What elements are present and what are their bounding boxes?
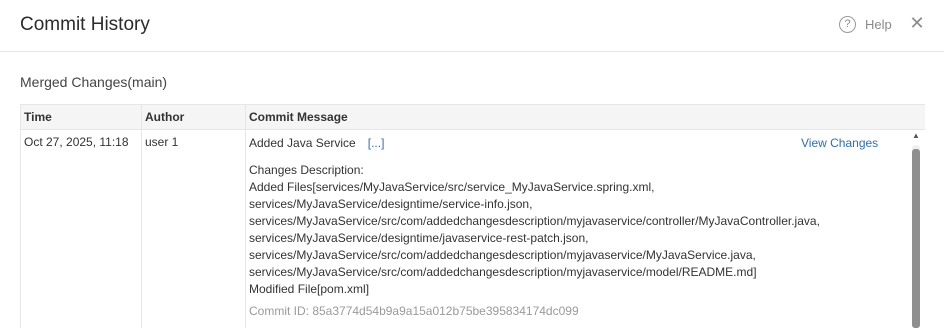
commit-history-table: Time Author Commit Message Oct 27, 2025,… bbox=[20, 104, 925, 328]
help-button[interactable]: ? Help bbox=[839, 16, 892, 33]
help-label: Help bbox=[865, 17, 892, 32]
description-line: Added Files[services/MyJavaService/src/s… bbox=[249, 180, 655, 194]
table-header: Time Author Commit Message bbox=[21, 104, 925, 130]
description-line: services/MyJavaService/src/com/addedchan… bbox=[249, 265, 757, 279]
commit-subject: Added Java Service bbox=[249, 136, 356, 150]
dialog-header: Commit History ? Help ✕ bbox=[0, 0, 944, 52]
commit-message: Added Java Service [...] Changes Descript… bbox=[249, 135, 909, 320]
description-line: services/MyJavaService/designtime/javase… bbox=[249, 231, 589, 245]
column-header-commit-message[interactable]: Commit Message bbox=[245, 105, 925, 130]
expand-message-link[interactable]: [...] bbox=[368, 136, 385, 150]
commit-author: user 1 bbox=[145, 135, 179, 149]
description-line: services/MyJavaService/designtime/servic… bbox=[249, 197, 533, 211]
description-line: services/MyJavaService/src/com/addedchan… bbox=[249, 214, 820, 228]
description-line: services/MyJavaService/src/com/addedchan… bbox=[249, 248, 756, 262]
question-circle-icon: ? bbox=[839, 16, 856, 33]
commit-time: Oct 27, 2025, 11:18 bbox=[24, 135, 129, 149]
column-header-author[interactable]: Author bbox=[141, 105, 245, 130]
commit-id: Commit ID: 85a3774d54b9a9a15a012b75be395… bbox=[249, 304, 579, 318]
close-icon[interactable]: ✕ bbox=[909, 14, 925, 32]
vertical-scrollbar[interactable]: ▲ bbox=[910, 131, 922, 328]
column-divider bbox=[245, 130, 246, 328]
commit-description: Changes Description: Added Files[service… bbox=[249, 162, 909, 298]
view-changes-link[interactable]: View Changes bbox=[801, 135, 878, 152]
scroll-thumb[interactable] bbox=[912, 149, 920, 328]
section-title: Merged Changes(main) bbox=[20, 74, 168, 90]
dialog-title: Commit History bbox=[20, 14, 150, 35]
description-line: Changes Description: bbox=[249, 163, 364, 177]
description-line: Modified File[pom.xml] bbox=[249, 282, 370, 296]
column-header-time[interactable]: Time bbox=[21, 105, 141, 130]
scroll-up-arrow-icon[interactable]: ▲ bbox=[911, 131, 921, 141]
column-divider bbox=[141, 130, 142, 328]
